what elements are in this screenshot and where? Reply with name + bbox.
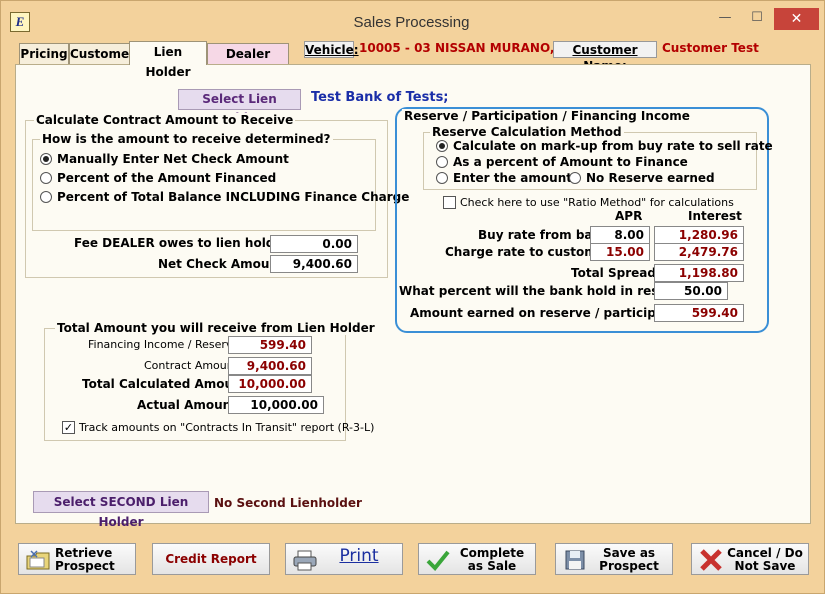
- select-lien-holder-button[interactable]: Select Lien Holder: [178, 89, 301, 125]
- markup-method-label[interactable]: Calculate on mark-up from buy rate to se…: [453, 139, 773, 153]
- complete-as-sale-button[interactable]: Complete as Sale: [418, 543, 536, 575]
- track-in-transit-checkbox[interactable]: ✓: [62, 421, 75, 434]
- vehicle-value: 10005 - 03 NISSAN MURANO,: [359, 41, 555, 55]
- enter-amount-method-label[interactable]: Enter the amount: [453, 171, 572, 185]
- percent-total-balance-radio[interactable]: [40, 191, 52, 203]
- reserve-participation-title: Reserve / Participation / Financing Inco…: [402, 109, 692, 123]
- amount-earned-label: Amount earned on reserve / participation…: [410, 306, 696, 320]
- determine-amount-title: How is the amount to receive determined?: [40, 132, 333, 146]
- tab-customer[interactable]: Customer: [69, 43, 131, 65]
- retrieve-prospect-label: Retrieve Prospect: [55, 546, 115, 573]
- lien-holder-name: Test Bank of Tests;: [311, 90, 449, 105]
- total-amount-title: Total Amount you will receive from Lien …: [55, 321, 377, 335]
- actual-amount-field[interactable]: 10,000.00: [228, 396, 324, 414]
- complete-as-sale-label: Complete as Sale: [459, 546, 525, 573]
- printer-icon: [293, 550, 317, 571]
- customer-name-value: Customer Test: [662, 41, 759, 55]
- track-in-transit-label[interactable]: Track amounts on "Contracts In Transit" …: [79, 421, 374, 434]
- actual-amount-label: Actual Amount:: [137, 398, 242, 412]
- tab-pricing[interactable]: Pricing: [19, 43, 69, 65]
- no-reserve-method-label[interactable]: No Reserve earned: [586, 171, 715, 185]
- manual-net-check-radio[interactable]: [40, 153, 52, 165]
- retrieve-folder-icon: [26, 550, 50, 570]
- save-as-prospect-button[interactable]: Save as Prospect: [555, 543, 673, 575]
- window-title: Sales Processing: [353, 14, 470, 31]
- fee-dealer-field[interactable]: 0.00: [270, 235, 358, 253]
- interest-column-header: Interest: [688, 209, 742, 223]
- fee-dealer-label: Fee DEALER owes to lien holder:: [74, 236, 294, 250]
- markup-method-radio[interactable]: [436, 140, 448, 152]
- floppy-disk-icon: [565, 550, 585, 570]
- percent-finance-method-label[interactable]: As a percent of Amount to Finance: [453, 155, 688, 169]
- manual-net-check-label[interactable]: Manually Enter Net Check Amount: [57, 152, 289, 166]
- bank-hold-percent-field[interactable]: 50.00: [654, 282, 728, 300]
- total-spread-label: Total Spread:: [571, 266, 661, 280]
- minimize-button[interactable]: —: [712, 8, 738, 30]
- percent-finance-method-radio[interactable]: [436, 156, 448, 168]
- reserve-method-title: Reserve Calculation Method: [430, 125, 624, 139]
- apr-column-header: APR: [615, 209, 643, 223]
- net-check-field[interactable]: 9,400.60: [270, 255, 358, 273]
- maximize-button[interactable]: ☐: [744, 8, 770, 30]
- customer-name-button[interactable]: Customer Name:: [553, 41, 657, 73]
- red-x-icon: [700, 549, 722, 571]
- tab-dealer-costs[interactable]: Dealer Costs: [207, 43, 289, 81]
- ratio-method-label[interactable]: Check here to use "Ratio Method" for cal…: [460, 196, 734, 209]
- percent-financed-radio[interactable]: [40, 172, 52, 184]
- print-button[interactable]: Print: [285, 543, 403, 575]
- cancel-label: Cancel / Do Not Save: [727, 546, 803, 573]
- second-lien-holder-value: No Second Lienholder: [214, 496, 362, 510]
- buy-rate-apr-field[interactable]: 8.00: [590, 226, 650, 244]
- percent-financed-label[interactable]: Percent of the Amount Financed: [57, 171, 276, 185]
- no-reserve-method-radio[interactable]: [569, 172, 581, 184]
- amount-earned-field: 599.40: [654, 304, 744, 322]
- net-check-label: Net Check Amount:: [158, 257, 289, 271]
- vehicle-button[interactable]: Vehicle:: [304, 41, 359, 58]
- contract-amount-field: 9,400.60: [228, 357, 312, 375]
- checkmark-icon: [426, 550, 450, 571]
- percent-total-balance-label[interactable]: Percent of Total Balance INCLUDING Finan…: [57, 190, 409, 204]
- charge-rate-apr-field[interactable]: 15.00: [590, 243, 650, 261]
- total-spread-field: 1,198.80: [654, 264, 744, 282]
- bank-hold-percent-label: What percent will the bank hold in reser…: [399, 284, 696, 298]
- calculate-contract-title: Calculate Contract Amount to Receive: [34, 113, 296, 127]
- enter-amount-method-radio[interactable]: [436, 172, 448, 184]
- financing-income-label: Financing Income / Reserve:: [88, 338, 243, 351]
- cancel-button[interactable]: Cancel / Do Not Save: [691, 543, 809, 575]
- print-label: Print: [339, 546, 379, 566]
- buy-rate-interest-field: 1,280.96: [654, 226, 744, 244]
- save-as-prospect-label: Save as Prospect: [599, 546, 659, 573]
- credit-report-label: Credit Report: [165, 552, 257, 566]
- credit-report-button[interactable]: Credit Report: [152, 543, 270, 575]
- select-second-lien-holder-button[interactable]: Select SECOND Lien Holder: [33, 491, 209, 529]
- total-calculated-field: 10,000.00: [228, 375, 312, 393]
- financing-income-field: 599.40: [228, 336, 312, 354]
- charge-rate-interest-field: 2,479.76: [654, 243, 744, 261]
- close-button[interactable]: ✕: [774, 8, 819, 30]
- retrieve-prospect-button[interactable]: Retrieve Prospect: [18, 543, 136, 575]
- tab-lien-holder[interactable]: Lien Holder: [129, 41, 207, 79]
- total-calculated-label: Total Calculated Amount:: [82, 377, 253, 391]
- ratio-method-checkbox[interactable]: [443, 196, 456, 209]
